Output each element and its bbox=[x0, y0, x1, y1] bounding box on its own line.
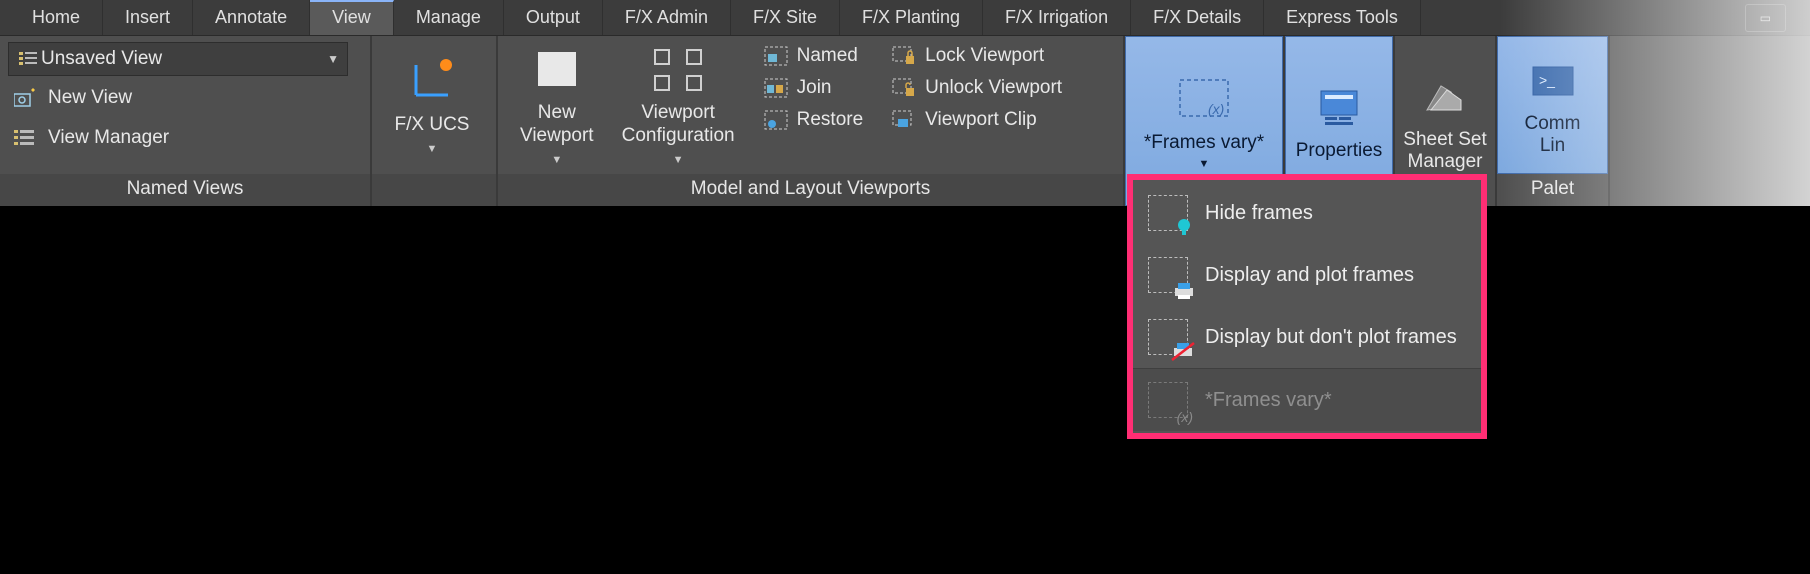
frames-dropdown-menu: Hide frames Display and plot frames Disp… bbox=[1127, 174, 1487, 439]
tab-fx-site[interactable]: F/X Site bbox=[731, 0, 840, 35]
panel-title-named-views: Named Views bbox=[0, 174, 370, 206]
tab-fx-details[interactable]: F/X Details bbox=[1131, 0, 1264, 35]
tab-view[interactable]: View bbox=[310, 0, 394, 35]
svg-text:(x): (x) bbox=[1208, 101, 1224, 117]
frames-vary-label: *Frames vary* bbox=[1144, 132, 1264, 154]
named-viewports-button[interactable]: Named bbox=[763, 44, 864, 68]
hide-frames-label: Hide frames bbox=[1205, 202, 1313, 225]
lock-viewport-icon bbox=[891, 44, 917, 68]
panel-ucs: F/X UCS ▼ bbox=[372, 36, 498, 206]
display-noplot-frames-label: Display but don't plot frames bbox=[1205, 326, 1457, 349]
views-list-icon bbox=[17, 49, 41, 69]
ucs-icon bbox=[408, 59, 456, 108]
viewport-clip-button[interactable]: Viewport Clip bbox=[891, 108, 1062, 132]
chevron-down-icon: ▼ bbox=[1199, 158, 1210, 170]
ribbon: Home Insert Annotate View Manage Output … bbox=[0, 0, 1810, 206]
viewport-clip-label: Viewport Clip bbox=[925, 109, 1037, 131]
view-manager-button[interactable]: View Manager bbox=[8, 120, 175, 156]
sheetset-label: Sheet Set Manager bbox=[1403, 129, 1486, 173]
panel-named-views: Unsaved View ▼ New View View Manager Nam… bbox=[0, 36, 372, 206]
restore-label: Restore bbox=[797, 109, 864, 131]
display-plot-frames-icon bbox=[1145, 254, 1191, 296]
chevron-down-icon: ▼ bbox=[673, 154, 684, 166]
properties-icon bbox=[1315, 82, 1363, 136]
viewport-config-icon bbox=[649, 44, 707, 96]
unlock-viewport-button[interactable]: Unlock Viewport bbox=[891, 76, 1062, 100]
command-line-label: Comm Lin bbox=[1525, 113, 1581, 157]
tab-fx-planting[interactable]: F/X Planting bbox=[840, 0, 983, 35]
display-noplot-frames-option[interactable]: Display but don't plot frames bbox=[1133, 306, 1481, 368]
fx-ucs-button[interactable]: F/X UCS ▼ bbox=[395, 59, 470, 155]
view-manager-label: View Manager bbox=[48, 127, 169, 149]
frames-vary-icon: (x) bbox=[1174, 74, 1234, 128]
display-plot-frames-label: Display and plot frames bbox=[1205, 264, 1414, 287]
chevron-down-icon: ▼ bbox=[427, 143, 438, 155]
ribbon-tabs: Home Insert Annotate View Manage Output … bbox=[0, 0, 1810, 36]
frames-vary-option-icon: (x) bbox=[1145, 379, 1191, 421]
tab-fx-irrigation[interactable]: F/X Irrigation bbox=[983, 0, 1131, 35]
new-view-label: New View bbox=[48, 87, 132, 109]
panel-command: >_ Comm Lin Palet bbox=[1495, 36, 1610, 206]
chevron-down-icon: ▼ bbox=[551, 154, 562, 166]
hide-frames-option[interactable]: Hide frames bbox=[1133, 182, 1481, 244]
new-viewport-button[interactable]: New Viewport ▼ bbox=[506, 44, 608, 166]
lock-viewport-button[interactable]: Lock Viewport bbox=[891, 44, 1062, 68]
sheetset-icon bbox=[1421, 71, 1469, 125]
lock-viewport-label: Lock Viewport bbox=[925, 45, 1044, 67]
new-viewport-label: New Viewport bbox=[520, 102, 594, 148]
tab-annotate[interactable]: Annotate bbox=[193, 0, 310, 35]
tab-express-tools[interactable]: Express Tools bbox=[1264, 0, 1421, 35]
frames-vary-option: (x) *Frames vary* bbox=[1133, 368, 1481, 431]
unsaved-view-label: Unsaved View bbox=[41, 48, 162, 70]
tab-output[interactable]: Output bbox=[504, 0, 603, 35]
viewport-clip-icon bbox=[891, 108, 917, 132]
unlock-viewport-label: Unlock Viewport bbox=[925, 77, 1062, 99]
display-noplot-frames-icon bbox=[1145, 316, 1191, 358]
panel-title-viewports: Model and Layout Viewports bbox=[498, 174, 1123, 206]
new-view-icon bbox=[14, 88, 38, 108]
join-label: Join bbox=[797, 77, 832, 99]
unsaved-view-dropdown[interactable]: Unsaved View ▼ bbox=[8, 42, 348, 76]
properties-label: Properties bbox=[1296, 140, 1383, 162]
join-viewports-button[interactable]: Join bbox=[763, 76, 864, 100]
fx-ucs-label: F/X UCS bbox=[395, 114, 470, 137]
new-viewport-icon bbox=[528, 44, 586, 96]
svg-text:>_: >_ bbox=[1539, 72, 1555, 88]
frames-vary-option-label: *Frames vary* bbox=[1205, 389, 1332, 412]
tab-home[interactable]: Home bbox=[10, 0, 103, 35]
ribbon-panel-row: Unsaved View ▼ New View View Manager Nam… bbox=[0, 36, 1810, 206]
new-view-button[interactable]: New View bbox=[8, 80, 138, 116]
tab-insert[interactable]: Insert bbox=[103, 0, 193, 35]
viewport-config-label: Viewport Configuration bbox=[622, 102, 735, 148]
tab-fx-admin[interactable]: F/X Admin bbox=[603, 0, 731, 35]
panel-viewports: New Viewport ▼ Viewport Configuration ▼ … bbox=[498, 36, 1125, 206]
view-manager-icon bbox=[14, 128, 38, 148]
tab-manage[interactable]: Manage bbox=[394, 0, 504, 35]
hide-frames-icon bbox=[1145, 192, 1191, 234]
named-label: Named bbox=[797, 45, 858, 67]
viewport-config-button[interactable]: Viewport Configuration ▼ bbox=[608, 44, 749, 166]
restore-viewports-button[interactable]: Restore bbox=[763, 108, 864, 132]
panel-title-palettes: Palet bbox=[1497, 174, 1608, 206]
display-plot-frames-option[interactable]: Display and plot frames bbox=[1133, 244, 1481, 306]
panel-title-ucs bbox=[372, 174, 496, 206]
chevron-down-icon: ▼ bbox=[327, 52, 339, 66]
unlock-viewport-icon bbox=[891, 76, 917, 100]
named-viewports-icon bbox=[763, 44, 789, 68]
ribbon-collapse-button[interactable]: ▭ bbox=[1745, 4, 1786, 32]
command-line-button[interactable]: >_ Comm Lin bbox=[1497, 36, 1608, 174]
command-line-icon: >_ bbox=[1531, 55, 1575, 109]
restore-viewports-icon bbox=[763, 108, 789, 132]
join-viewports-icon bbox=[763, 76, 789, 100]
